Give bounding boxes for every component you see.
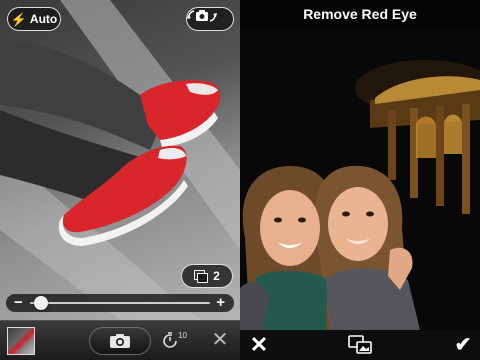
- zoom-slider[interactable]: − +: [6, 294, 234, 312]
- edited-photo[interactable]: [240, 28, 480, 330]
- compare-button[interactable]: [348, 335, 372, 355]
- camera-icon: [110, 334, 130, 348]
- zoom-track[interactable]: [30, 302, 210, 304]
- camera-toolbar: 10 ✕: [0, 320, 240, 360]
- rotate-camera-icon: [187, 10, 217, 22]
- last-photo-thumbnail[interactable]: [7, 327, 35, 355]
- stacked-frames-icon: [194, 270, 209, 283]
- self-timer-button[interactable]: 10: [160, 329, 188, 353]
- lightning-bolt-icon: ⚡: [10, 11, 27, 27]
- camera-screen: ⚡ Auto 2 − + 10 ✕: [0, 0, 240, 360]
- done-button[interactable]: ✔: [451, 333, 475, 357]
- camera-viewfinder[interactable]: ⚡ Auto 2 − +: [0, 0, 240, 320]
- editor-toolbar: ✕ ✔: [240, 330, 480, 360]
- timer-seconds: 10: [178, 331, 187, 340]
- zoom-out-button[interactable]: −: [14, 294, 23, 311]
- burst-count-button[interactable]: 2: [181, 264, 233, 288]
- shutter-button[interactable]: [89, 327, 151, 355]
- compare-images-icon: [348, 335, 372, 354]
- burst-count: 2: [213, 269, 220, 283]
- flash-mode-label: Auto: [29, 12, 58, 26]
- page-title: Remove Red Eye: [240, 0, 480, 28]
- close-camera-button[interactable]: ✕: [209, 329, 231, 351]
- cancel-button[interactable]: ✕: [248, 333, 270, 357]
- switch-camera-button[interactable]: [186, 7, 234, 31]
- zoom-knob[interactable]: [33, 296, 48, 310]
- red-eye-editor-screen: Remove Red Eye ✕ ✔: [240, 0, 480, 360]
- flash-mode-button[interactable]: ⚡ Auto: [7, 7, 61, 31]
- zoom-in-button[interactable]: +: [216, 294, 225, 311]
- photo-image: [240, 60, 480, 330]
